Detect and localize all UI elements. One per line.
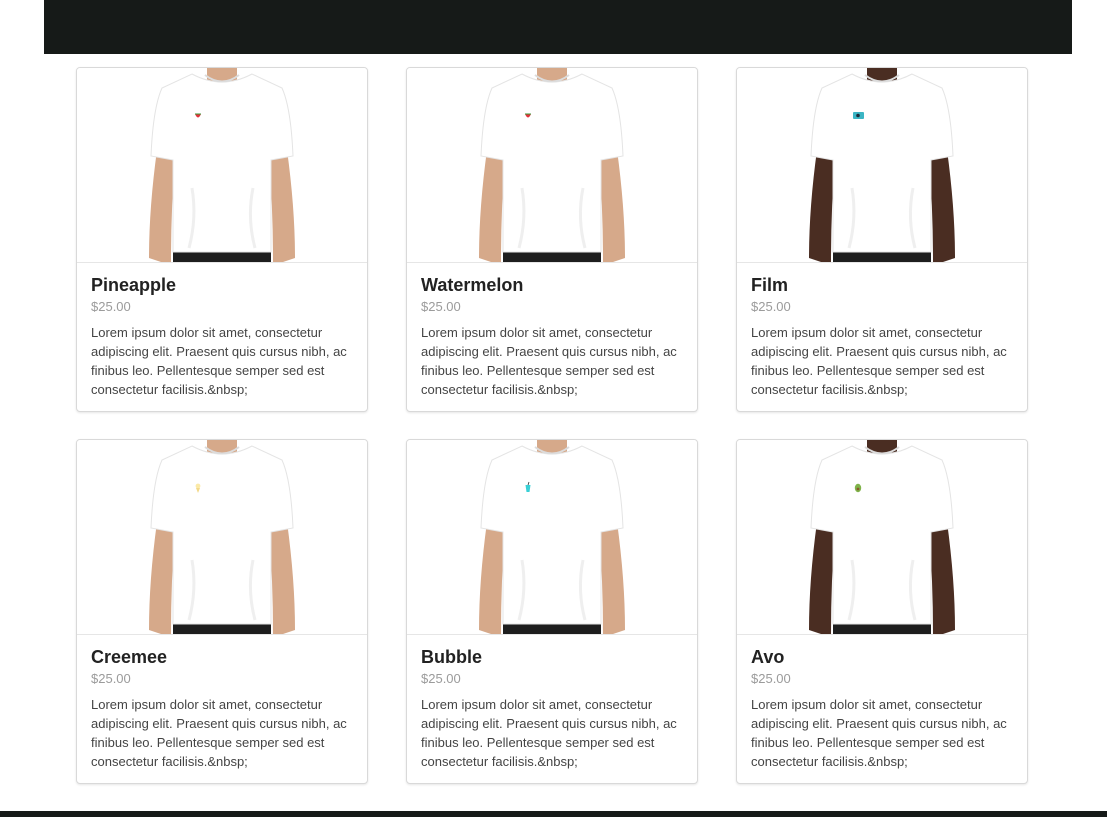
tshirt-model-image <box>149 440 295 634</box>
product-price: $25.00 <box>751 299 791 314</box>
product-card-body: Film $25.00 Lorem ipsum dolor sit amet, … <box>737 263 1027 399</box>
product-grid: Pineapple $25.00 Lorem ipsum dolor sit a… <box>76 67 1028 784</box>
product-price: $25.00 <box>751 671 791 686</box>
model-left-arm <box>149 522 175 634</box>
tshirt-model-image <box>479 440 625 634</box>
product-card[interactable]: Watermelon $25.00 Lorem ipsum dolor sit … <box>406 67 698 412</box>
product-price: $25.00 <box>421 299 461 314</box>
model-right-arm <box>269 150 295 262</box>
model-left-arm <box>479 150 505 262</box>
product-card-body: Watermelon $25.00 Lorem ipsum dolor sit … <box>407 263 697 399</box>
model-figure <box>479 68 625 262</box>
product-card-body: Creemee $25.00 Lorem ipsum dolor sit ame… <box>77 635 367 771</box>
product-title[interactable]: Pineapple <box>91 274 353 296</box>
product-card[interactable]: Pineapple $25.00 Lorem ipsum dolor sit a… <box>76 67 368 412</box>
product-card[interactable]: Creemee $25.00 Lorem ipsum dolor sit ame… <box>76 439 368 784</box>
product-title[interactable]: Watermelon <box>421 274 683 296</box>
product-description: Lorem ipsum dolor sit amet, consectetur … <box>91 697 347 769</box>
model-figure <box>809 440 955 634</box>
product-description: Lorem ipsum dolor sit amet, consectetur … <box>421 325 677 397</box>
product-price: $25.00 <box>91 299 131 314</box>
product-image[interactable] <box>407 68 697 263</box>
product-title[interactable]: Bubble <box>421 646 683 668</box>
product-card-body: Bubble $25.00 Lorem ipsum dolor sit amet… <box>407 635 697 771</box>
model-left-arm <box>809 150 835 262</box>
product-card[interactable]: Film $25.00 Lorem ipsum dolor sit amet, … <box>736 67 1028 412</box>
model-right-arm <box>929 150 955 262</box>
tshirt-model-image <box>809 68 955 262</box>
product-title[interactable]: Avo <box>751 646 1013 668</box>
product-image[interactable] <box>77 68 367 263</box>
model-right-arm <box>929 522 955 634</box>
avocado-icon <box>854 483 862 493</box>
footer-bar <box>0 811 1107 817</box>
product-title[interactable]: Creemee <box>91 646 353 668</box>
model-left-arm <box>809 522 835 634</box>
tshirt-model-image <box>809 440 955 634</box>
tshirt-model-image <box>479 68 625 262</box>
model-figure <box>479 440 625 634</box>
model-right-arm <box>269 522 295 634</box>
model-figure <box>149 440 295 634</box>
model-right-arm <box>599 150 625 262</box>
product-price: $25.00 <box>421 671 461 686</box>
product-description: Lorem ipsum dolor sit amet, consectetur … <box>421 697 677 769</box>
header-bar <box>44 0 1072 54</box>
product-image[interactable] <box>737 440 1027 635</box>
product-card-body: Avo $25.00 Lorem ipsum dolor sit amet, c… <box>737 635 1027 771</box>
model-figure <box>809 68 955 262</box>
product-card[interactable]: Avo $25.00 Lorem ipsum dolor sit amet, c… <box>736 439 1028 784</box>
product-card-body: Pineapple $25.00 Lorem ipsum dolor sit a… <box>77 263 367 399</box>
product-image[interactable] <box>737 68 1027 263</box>
product-title[interactable]: Film <box>751 274 1013 296</box>
product-card[interactable]: Bubble $25.00 Lorem ipsum dolor sit amet… <box>406 439 698 784</box>
product-description: Lorem ipsum dolor sit amet, consectetur … <box>751 697 1007 769</box>
product-description: Lorem ipsum dolor sit amet, consectetur … <box>751 325 1007 397</box>
tshirt-model-image <box>149 68 295 262</box>
product-description: Lorem ipsum dolor sit amet, consectetur … <box>91 325 347 397</box>
model-right-arm <box>599 522 625 634</box>
product-price: $25.00 <box>91 671 131 686</box>
film-camera-icon <box>853 112 864 119</box>
product-image[interactable] <box>407 440 697 635</box>
model-figure <box>149 68 295 262</box>
product-image[interactable] <box>77 440 367 635</box>
model-left-arm <box>479 522 505 634</box>
model-left-arm <box>149 150 175 262</box>
